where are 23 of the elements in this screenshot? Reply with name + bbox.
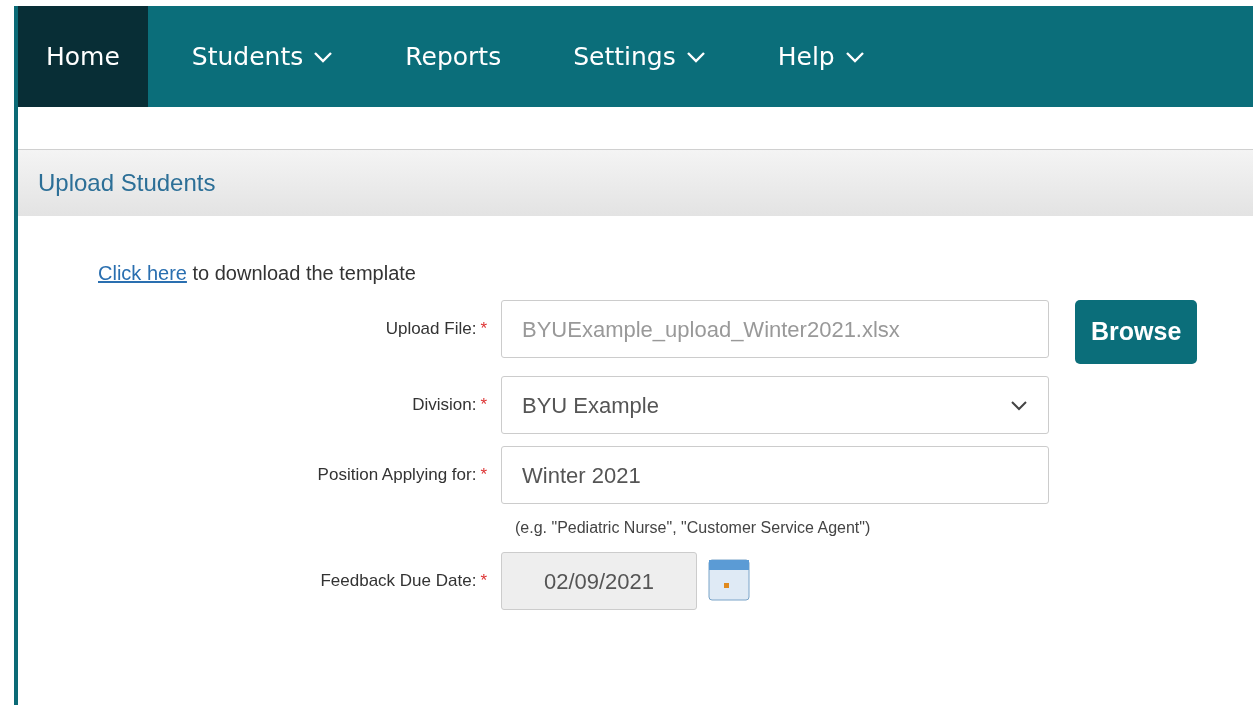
calendar-icon[interactable] <box>707 558 751 602</box>
date-field[interactable]: 02/09/2021 <box>501 552 697 610</box>
required-marker: * <box>480 395 487 414</box>
nav-tab[interactable]: Home <box>18 6 148 107</box>
field-label: Upload File: * <box>384 318 488 340</box>
download-link[interactable]: Click here <box>98 262 187 284</box>
required-marker: * <box>480 465 487 484</box>
field-label: Feedback Due Date: * <box>319 570 488 592</box>
nav-tab[interactable]: Reports <box>377 6 530 107</box>
field-label: Position Applying for: * <box>316 464 488 486</box>
text-field[interactable]: Winter 2021 <box>501 446 1049 504</box>
nav-tab[interactable]: Help <box>749 6 893 107</box>
required-marker: * <box>480 319 487 338</box>
download-instruction: Click here to download the template <box>98 261 417 286</box>
division-select[interactable]: BYU Example <box>501 376 1049 434</box>
field-help-text: (e.g. "Pediatric Nurse", "Customer Service Agent") <box>515 518 872 538</box>
panel-title: Upload Students <box>18 150 1253 216</box>
nav-tab[interactable]: Students <box>163 6 362 107</box>
browse-button[interactable]: Browse <box>1075 300 1198 364</box>
nav-tab[interactable]: Settings <box>545 6 734 107</box>
required-marker: * <box>480 571 487 590</box>
chevron-down-icon <box>1010 399 1028 411</box>
field-label: Division: * <box>411 394 488 416</box>
